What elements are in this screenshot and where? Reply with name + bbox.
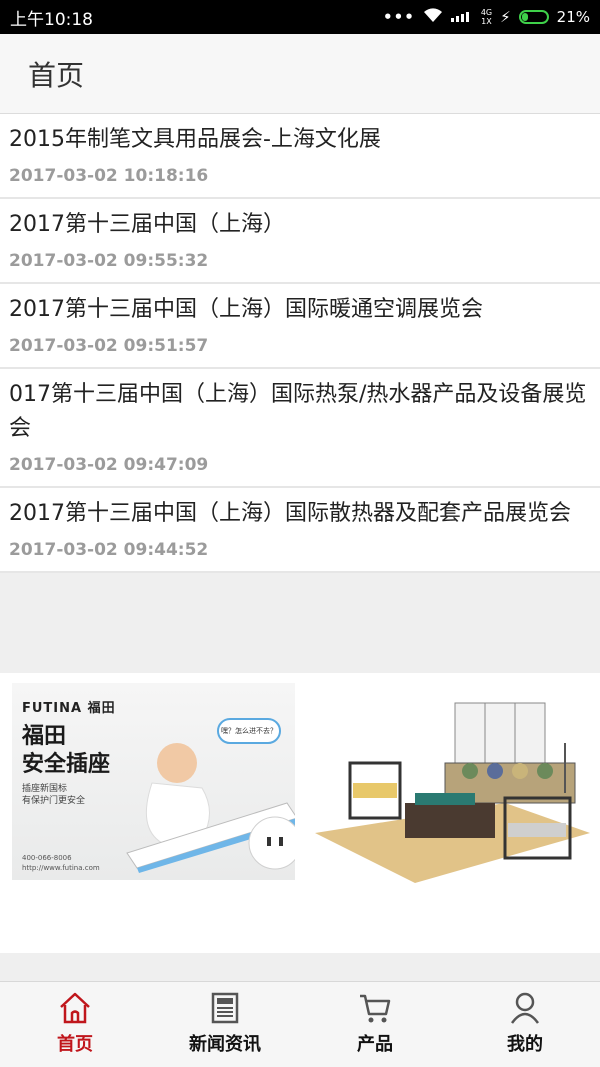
news-item[interactable]: 2017第十三届中国（上海） 2017-03-02 09:55:32 [0, 199, 600, 284]
tab-products[interactable]: 产品 [300, 982, 450, 1067]
tab-label: 新闻资讯 [189, 1034, 261, 1055]
cart-icon [357, 990, 393, 1026]
tab-news[interactable]: 新闻资讯 [150, 982, 300, 1067]
news-title: 2017第十三届中国（上海）国际散热器及配套产品展览会 [9, 501, 571, 526]
ad-brand: FUTINA 福田 [22, 701, 116, 716]
status-bar: 上午10:18 ••• 4G 1X ⚡ 21% [0, 0, 600, 34]
more-dots-icon: ••• [383, 8, 415, 26]
tab-label: 首页 [57, 1034, 93, 1055]
ad-subtext: 插座新国标 有保护门更安全 [22, 784, 86, 806]
news-date: 2017-03-02 10:18:16 [9, 166, 209, 186]
product-banner: FUTINA 福田 福田 安全插座 插座新国标 有保护门更安全 嘿？怎么进不去？… [0, 673, 600, 953]
user-icon [507, 990, 543, 1026]
ad-headline: 福田 安全插座 [22, 724, 111, 777]
tab-profile[interactable]: 我的 [450, 982, 600, 1067]
news-date: 2017-03-02 09:51:57 [9, 336, 209, 356]
furniture-sketch-image[interactable] [305, 683, 590, 883]
news-list: 2015年制笔文具用品展会-上海文化展 2017-03-02 10:18:16 … [0, 114, 600, 573]
page-title: 首页 [28, 59, 85, 92]
battery-icon [518, 10, 549, 24]
tab-label: 我的 [507, 1034, 543, 1055]
news-date: 2017-03-02 09:47:09 [9, 455, 209, 475]
charging-bolt-icon: ⚡ [500, 8, 511, 26]
page-header: 首页 [0, 34, 600, 114]
status-time: 上午10:18 [10, 9, 93, 30]
tab-label: 产品 [357, 1034, 393, 1055]
news-item[interactable]: 2017第十三届中国（上海）国际暖通空调展览会 2017-03-02 09:51… [0, 284, 600, 369]
news-item[interactable]: 2017第十三届中国（上海）国际散热器及配套产品展览会 2017-03-02 0… [0, 488, 600, 573]
news-title: 017第十三届中国（上海）国际热泵/热水器产品及设备展览会 [9, 382, 587, 441]
network-type: 4G 1X [480, 8, 493, 26]
news-date: 2017-03-02 09:44:52 [9, 540, 209, 560]
ad-contact: 400-066-8006 http://www.futina.com [22, 854, 100, 872]
news-title: 2017第十三届中国（上海） [9, 212, 285, 237]
news-date: 2017-03-02 09:55:32 [9, 251, 209, 271]
news-title: 2015年制笔文具用品展会-上海文化展 [9, 127, 381, 152]
power-strip-illustration [126, 743, 295, 873]
wifi-icon [423, 7, 443, 27]
bottom-tab-bar: 首页 新闻资讯 产品 我的 [0, 981, 600, 1067]
news-item[interactable]: 2015年制笔文具用品展会-上海文化展 2017-03-02 10:18:16 [0, 114, 600, 199]
news-item[interactable]: 017第十三届中国（上海）国际热泵/热水器产品及设备展览会 2017-03-02… [0, 369, 600, 488]
home-icon [57, 990, 93, 1026]
news-title: 2017第十三届中国（上海）国际暖通空调展览会 [9, 297, 483, 322]
signal-icon [450, 8, 473, 26]
furniture-illustration [315, 702, 590, 883]
socket-ad-image[interactable]: FUTINA 福田 福田 安全插座 插座新国标 有保护门更安全 嘿？怎么进不去？… [12, 683, 295, 880]
newspaper-icon [207, 990, 243, 1026]
status-icons: ••• 4G 1X ⚡ 21% [383, 7, 590, 27]
tab-home[interactable]: 首页 [0, 982, 150, 1067]
battery-percent: 21% [556, 8, 590, 26]
